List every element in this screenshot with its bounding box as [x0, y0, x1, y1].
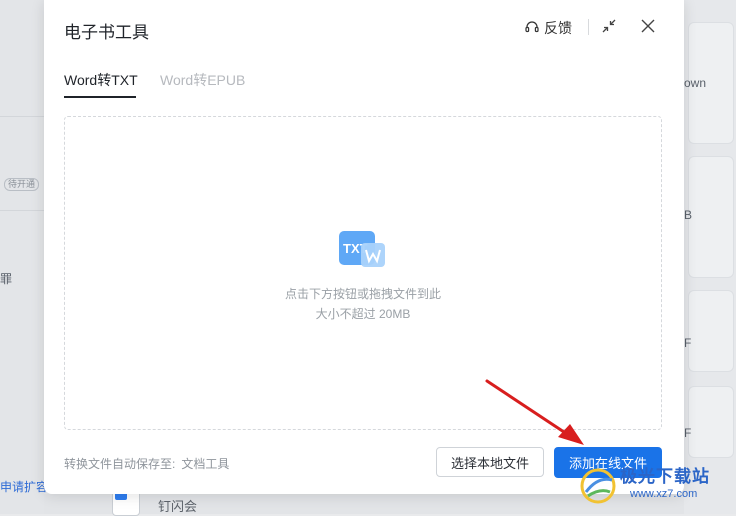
collapse-button[interactable]	[600, 19, 618, 37]
watermark-title: 极光下载站	[620, 467, 710, 486]
watermark-url: www.xz7.com	[630, 488, 698, 500]
save-destination: 文档工具	[181, 457, 230, 471]
headset-icon	[524, 19, 540, 38]
background-link[interactable]: 申请扩容	[0, 478, 48, 495]
header-separator	[588, 19, 589, 35]
feedback-label: 反馈	[544, 20, 572, 36]
drop-hint-text: 点击下方按钮或拖拽文件到此	[284, 287, 441, 301]
background-text: 罪	[0, 272, 13, 286]
feedback-button[interactable]: 反馈	[524, 18, 572, 38]
file-drop-zone[interactable]: TXT 点击下方按钮或拖拽文件到此 大小不超过 20MB	[64, 116, 662, 430]
background-sidebar: 待开通 罪	[0, 0, 44, 514]
background-text: own	[684, 76, 707, 90]
txt-document-icon: TXT	[339, 229, 389, 273]
divider	[0, 210, 44, 211]
tab-word-to-epub[interactable]: Word转EPUB	[160, 70, 245, 90]
close-icon	[641, 19, 655, 38]
background-card	[688, 290, 734, 372]
choose-local-file-button[interactable]: 选择本地文件	[436, 447, 544, 477]
background-text: B	[684, 208, 693, 222]
watermark: 极光下载站 www.xz7.com	[578, 460, 734, 512]
background-card	[688, 156, 734, 278]
background-app-name[interactable]: 钉闪会	[158, 496, 197, 515]
size-limit-text: 大小不超过 20MB	[315, 307, 411, 321]
active-tab-indicator	[64, 96, 136, 98]
background-text: F	[684, 336, 692, 350]
dialog-title: 电子书工具	[64, 23, 149, 42]
background-text: F	[684, 426, 692, 440]
watermark-logo-icon	[580, 468, 616, 504]
save-location-note: 转换文件自动保存至: 文档工具	[64, 455, 229, 472]
divider	[0, 116, 44, 117]
collapse-icon	[601, 18, 617, 39]
background-badge: 待开通	[4, 178, 40, 191]
background-right-panel: own B F F	[684, 0, 736, 514]
ebook-tool-dialog: 电子书工具 反馈 Word转TXT Word转EPUB TXT 点击下方按钮或拖…	[44, 0, 684, 494]
close-button[interactable]	[639, 19, 657, 37]
background-card	[688, 386, 734, 458]
save-prefix: 转换文件自动保存至:	[64, 457, 176, 471]
tab-word-to-txt[interactable]: Word转TXT	[64, 70, 138, 90]
